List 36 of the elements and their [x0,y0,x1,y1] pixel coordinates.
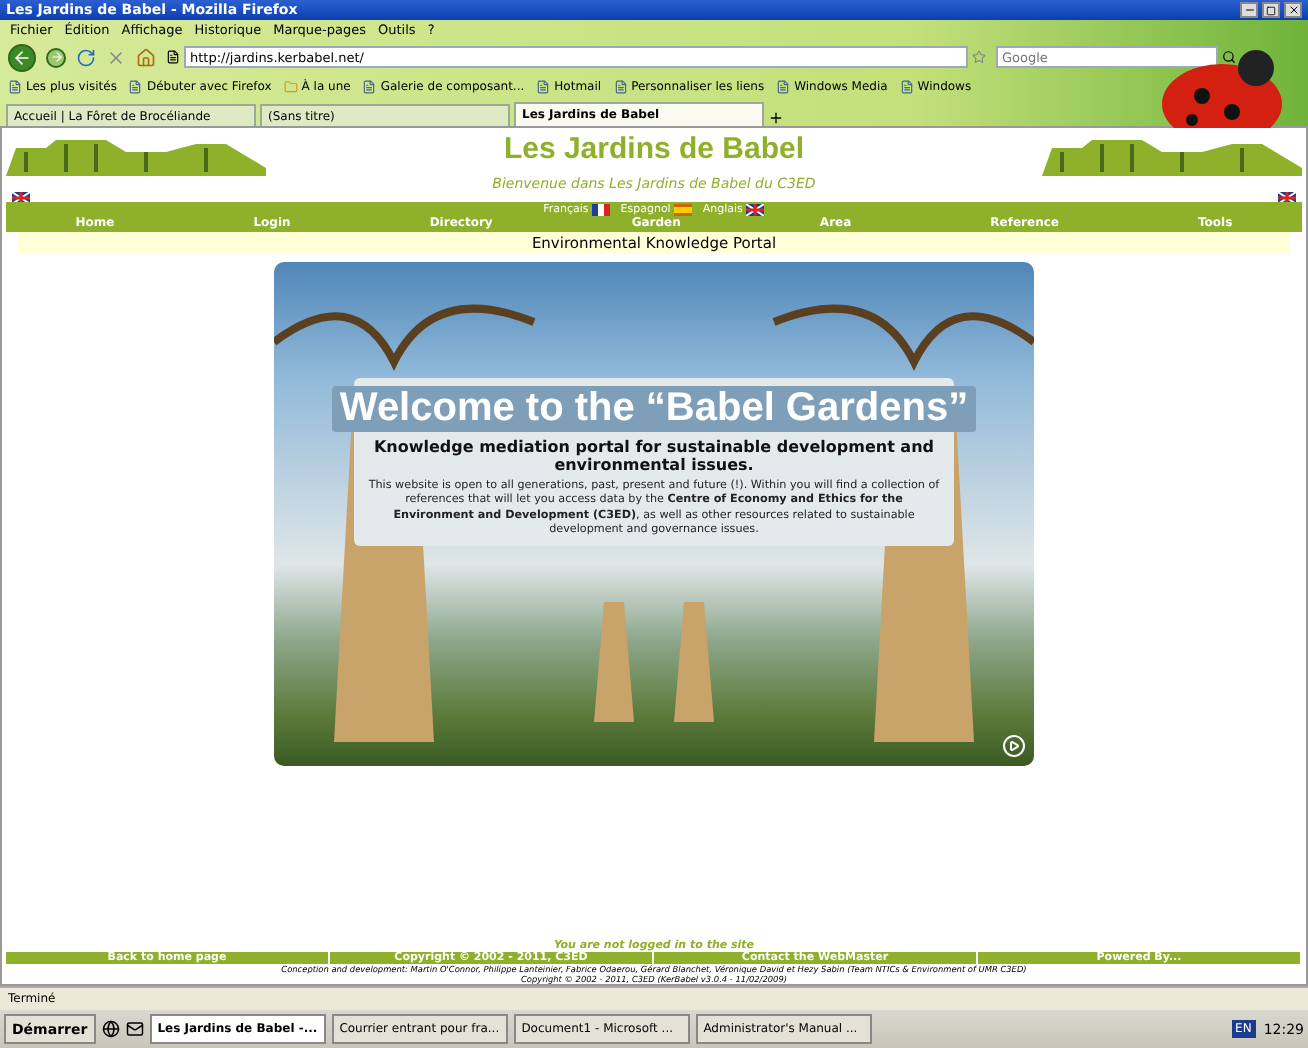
page-icon [899,80,914,94]
page-icon [166,50,180,64]
forward-arrow-icon [49,50,63,64]
search-icon[interactable] [1222,50,1236,64]
new-tab-button[interactable] [768,110,784,126]
minimize-button[interactable] [1240,2,1258,18]
banner-subheading: Knowledge mediation portal for sustainable development and environmental issues. [371,438,936,474]
flag-icon [746,203,765,215]
close-icon [1287,4,1299,16]
folder-icon [283,80,298,94]
bookmark-star-icon[interactable] [972,50,986,64]
page-icon [536,80,551,94]
close-button[interactable] [1284,2,1302,18]
back-arrow-icon [12,47,32,67]
page-icon [776,80,791,94]
plus-icon [768,110,784,126]
page-icon [613,80,628,94]
page-icon [362,80,377,94]
reload-button[interactable] [76,47,96,67]
page-icon [8,80,22,94]
forward-button[interactable] [46,47,66,67]
flag-icon [674,203,693,215]
stop-button[interactable] [106,47,126,67]
maximize-button[interactable] [1262,2,1280,18]
back-button[interactable] [8,43,36,71]
play-icon [1002,734,1026,758]
minimize-icon [1243,4,1255,16]
maximize-icon [1266,5,1276,15]
globe-icon[interactable] [101,1020,120,1038]
page-icon [128,80,143,94]
home-button[interactable] [136,47,156,67]
flag-icon [592,203,611,215]
banner-heading: Welcome to the “Babel Gardens” [331,386,977,432]
site-title: Les Jardins de Babel [503,132,805,166]
mail-icon[interactable] [125,1020,144,1038]
play-button[interactable] [1002,734,1026,758]
